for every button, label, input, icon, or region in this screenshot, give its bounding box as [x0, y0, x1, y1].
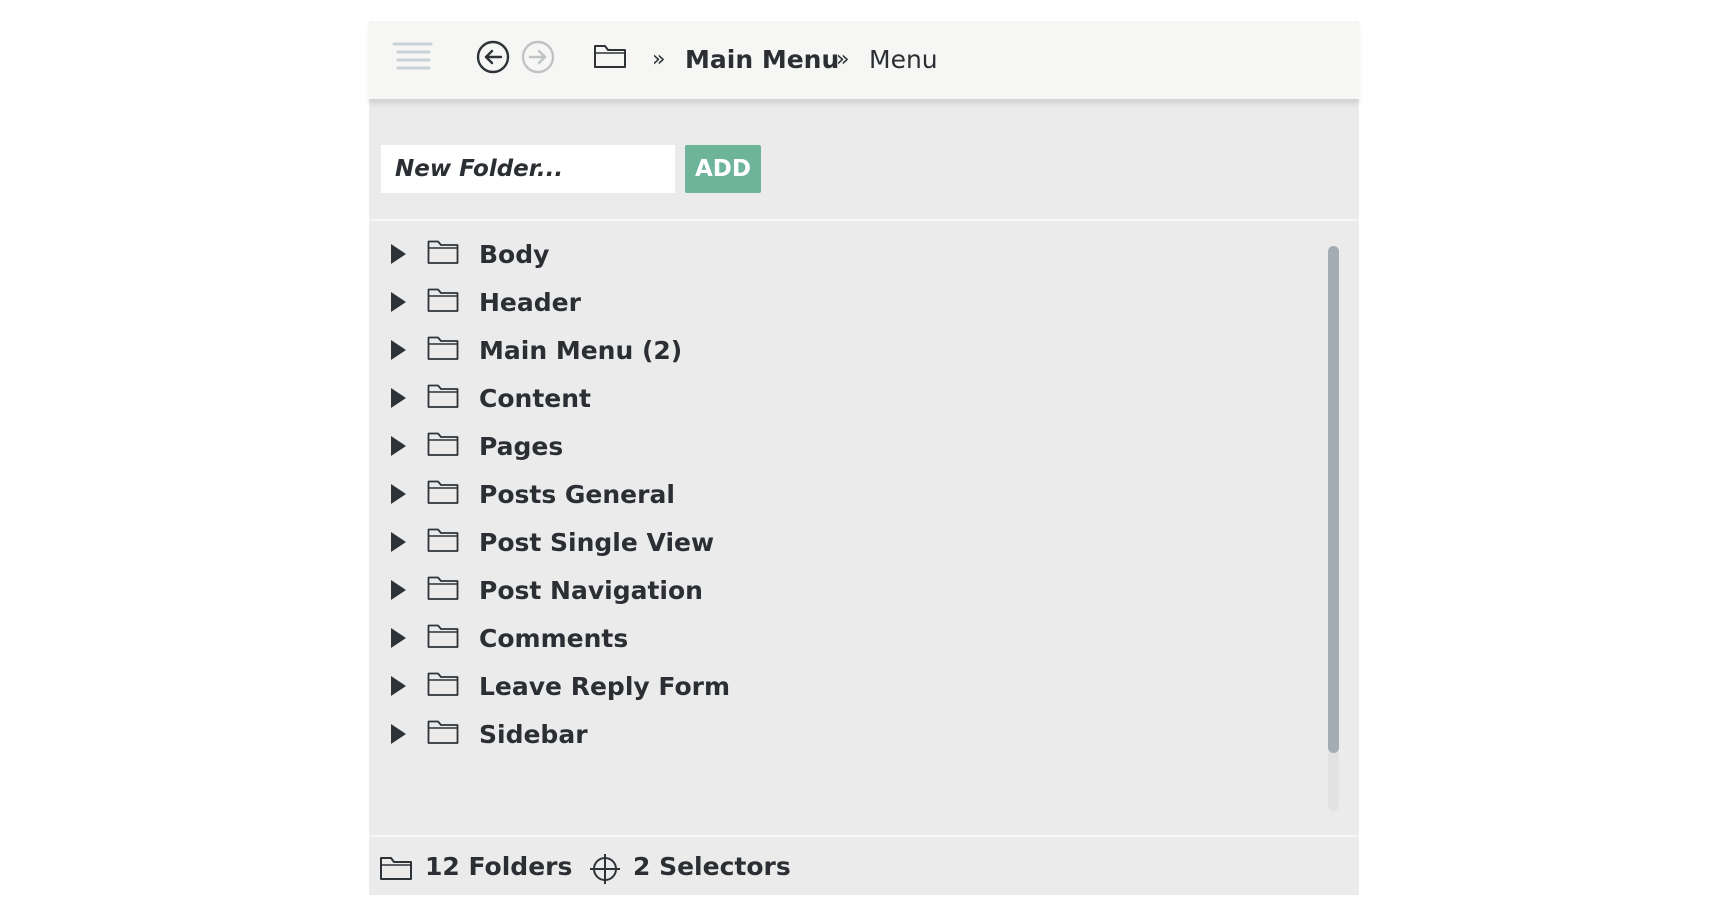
folder-icon [427, 672, 459, 696]
folder-icon [427, 336, 459, 360]
breadcrumb-separator: » [652, 47, 666, 72]
toolbar: » Main Menu » Menu [369, 21, 1359, 100]
caret-right-icon[interactable] [391, 484, 406, 504]
new-folder-input[interactable] [381, 145, 675, 193]
tree-item-post-navigation[interactable]: Post Navigation [369, 565, 1309, 617]
folder-count: 12 Folders [425, 852, 573, 881]
breadcrumb-item-current: Menu [869, 45, 938, 74]
tree-item-label: Comments [479, 624, 629, 653]
folder-icon [427, 288, 459, 312]
tree-item-label: Post Single View [479, 528, 715, 557]
folder-icon [427, 576, 459, 600]
caret-right-icon[interactable] [391, 292, 406, 312]
tree-item-label: Header [479, 288, 581, 317]
tree-item-label: Pages [479, 432, 564, 461]
folder-icon[interactable] [593, 43, 627, 69]
list-menu-icon[interactable] [391, 40, 435, 72]
tree-item-comments[interactable]: Comments [369, 613, 1309, 665]
status-footer: 12 Folders 2 Selectors [369, 835, 1359, 897]
caret-right-icon[interactable] [391, 628, 406, 648]
caret-right-icon[interactable] [391, 340, 406, 360]
tree-item-main-menu[interactable]: Main Menu (2) [369, 325, 1309, 377]
tree-item-body[interactable]: Body [369, 229, 1309, 281]
tree-item-label: Content [479, 384, 591, 413]
folder-icon [427, 240, 459, 264]
caret-right-icon[interactable] [391, 724, 406, 744]
tree-item-sidebar[interactable]: Sidebar [369, 709, 1309, 761]
forward-arrow-circle-icon[interactable] [521, 40, 555, 74]
folder-icon [380, 857, 412, 880]
breadcrumb-separator: » [836, 47, 850, 72]
breadcrumb-item-main-menu[interactable]: Main Menu [685, 45, 839, 75]
folder-icon [427, 384, 459, 408]
tree-item-content[interactable]: Content [369, 373, 1309, 425]
tree-item-label: Posts General [479, 480, 675, 509]
folder-icon [427, 624, 459, 648]
scrollbar-thumb[interactable] [1328, 246, 1339, 753]
caret-right-icon[interactable] [391, 532, 406, 552]
folder-panel: » Main Menu » Menu ADD Body Header Main … [369, 21, 1359, 895]
caret-right-icon[interactable] [391, 580, 406, 600]
selector-count: 2 Selectors [633, 852, 791, 881]
folder-icon [427, 528, 459, 552]
tree-item-pages[interactable]: Pages [369, 421, 1309, 473]
crosshair-target-icon [590, 854, 620, 884]
folder-tree: Body Header Main Menu (2) Content Pages … [369, 221, 1359, 834]
tree-item-header[interactable]: Header [369, 277, 1309, 329]
back-arrow-circle-icon[interactable] [476, 40, 510, 74]
tree-item-label: Body [479, 240, 550, 269]
tree-item-post-single-view[interactable]: Post Single View [369, 517, 1309, 569]
tree-item-label: Sidebar [479, 720, 588, 749]
tree-item-leave-reply-form[interactable]: Leave Reply Form [369, 661, 1309, 713]
new-folder-form: ADD [369, 101, 1359, 221]
folder-icon [427, 480, 459, 504]
caret-right-icon[interactable] [391, 436, 406, 456]
folder-icon [427, 720, 459, 744]
caret-right-icon[interactable] [391, 244, 406, 264]
caret-right-icon[interactable] [391, 388, 406, 408]
folder-icon [427, 432, 459, 456]
tree-item-label: Leave Reply Form [479, 672, 731, 701]
add-folder-button[interactable]: ADD [685, 145, 761, 193]
tree-item-label: Post Navigation [479, 576, 703, 605]
tree-item-posts-general[interactable]: Posts General [369, 469, 1309, 521]
caret-right-icon[interactable] [391, 676, 406, 696]
tree-item-label: Main Menu (2) [479, 336, 683, 365]
